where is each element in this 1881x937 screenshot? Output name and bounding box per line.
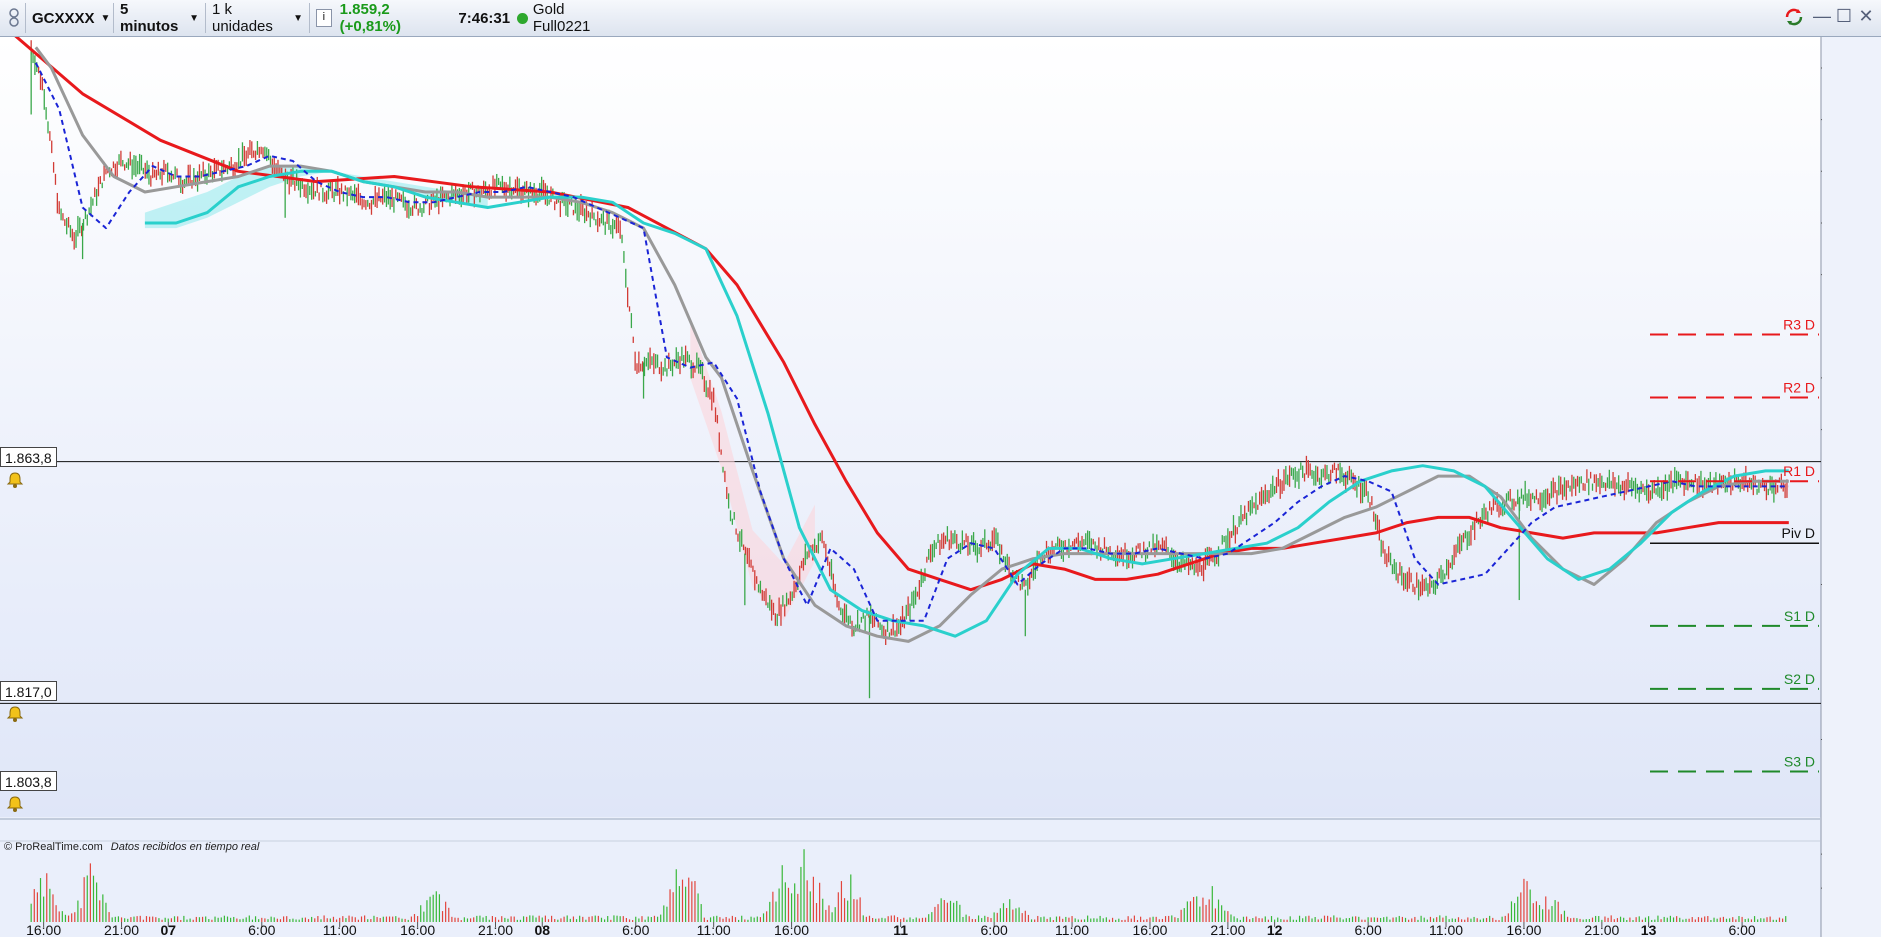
instrument-selector[interactable]: GCXXXX ▼ [26,3,114,33]
pivot-label-2: R1 D [1783,463,1815,479]
price-chart[interactable]: R3 D1.888,4R2 D1.876,2R1 DPiv D1.848,0S1… [0,37,1822,937]
refresh-icon[interactable] [1783,6,1805,33]
pivot-label-6: S3 D [1784,754,1815,770]
x-tick-label-8: 6:00 [622,922,649,937]
level-label-upper: 1.863,8 [0,447,57,467]
pivot-label-0: R3 D [1783,317,1815,333]
timeframe-label: 5 minutos [120,1,179,35]
alert-bell-icon[interactable] [6,705,24,723]
x-tick-label-7: 08 [534,922,550,937]
x-tick-label-4: 11:00 [323,922,357,937]
data-credit: © ProRealTime.com Datos recibidos en tiem… [4,841,259,853]
x-tick-label-11: 11 [893,922,908,937]
credit-note: Datos recibidos en tiempo real [110,841,260,853]
x-tick-label-1: 21:00 [104,922,139,937]
chart-area[interactable]: R3 D1.888,4R2 D1.876,2R1 DPiv D1.848,0S1… [0,37,1822,937]
timeframe-selector[interactable]: 5 minutos ▼ [114,1,206,35]
x-tick-label-21: 13 [1641,922,1657,937]
price-change: 1.859,2 (+0,81%) [339,1,401,35]
alert-bell-icon[interactable] [6,471,24,489]
instrument-label: GCXXXX [32,9,95,27]
maximize-icon[interactable]: ☐ [1833,6,1855,27]
x-tick-label-14: 16:00 [1132,922,1167,937]
x-tick-label-19: 16:00 [1506,922,1541,937]
units-label: 1 k unidades [212,1,273,35]
x-tick-label-3: 6:00 [248,922,275,937]
pivot-label-5: S2 D [1784,671,1815,687]
pivot-label-4: S1 D [1784,608,1815,624]
x-tick-label-18: 11:00 [1429,922,1463,937]
quote-info: i 1.859,2 (+0,81%) 7:46:31 Gold Full0221 [310,1,630,35]
x-tick-label-10: 16:00 [774,922,809,937]
info-icon[interactable]: i [316,9,332,27]
contract-label: Gold Full0221 [532,1,591,35]
x-tick-label-17: 6:00 [1354,922,1381,937]
chevron-down-icon: ▼ [100,12,111,24]
x-tick-label-6: 21:00 [478,922,513,937]
x-tick-label-12: 6:00 [981,922,1008,937]
minimize-icon[interactable]: — [1811,6,1833,27]
level-label-lower: 1.817,0 [0,681,57,701]
x-tick-label-22: 6:00 [1728,922,1755,937]
x-tick-label-16: 12 [1267,922,1283,937]
quote-time: 7:46:31 [458,9,511,27]
x-tick-label-20: 21:00 [1584,922,1619,937]
x-tick-label-0: 16:00 [26,922,61,937]
close-icon[interactable]: ✕ [1855,6,1877,27]
x-tick-label-15: 21:00 [1210,922,1245,937]
x-tick-label-9: 11:00 [697,922,731,937]
credit-source: © ProRealTime.com [4,841,103,853]
pivot-label-1: R2 D [1783,380,1815,396]
toolbar: GCXXXX ▼ 5 minutos ▼ 1 k unidades ▼ i 1.… [0,0,1881,37]
status-dot-icon [517,12,528,24]
chevron-down-icon: ▼ [293,12,303,24]
x-tick-label-2: 07 [160,922,176,937]
grip-icon [8,8,19,27]
chevron-down-icon: ▼ [189,12,199,24]
x-tick-label-5: 16:00 [400,922,435,937]
alert-bell-icon[interactable] [6,795,24,813]
level-label-bottom: 1.803,8 [0,771,57,791]
x-tick-label-13: 11:00 [1055,922,1089,937]
pivot-label-3: Piv D [1782,525,1815,541]
menu-grip-button[interactable] [2,3,26,33]
units-selector[interactable]: 1 k unidades ▼ [206,1,310,35]
